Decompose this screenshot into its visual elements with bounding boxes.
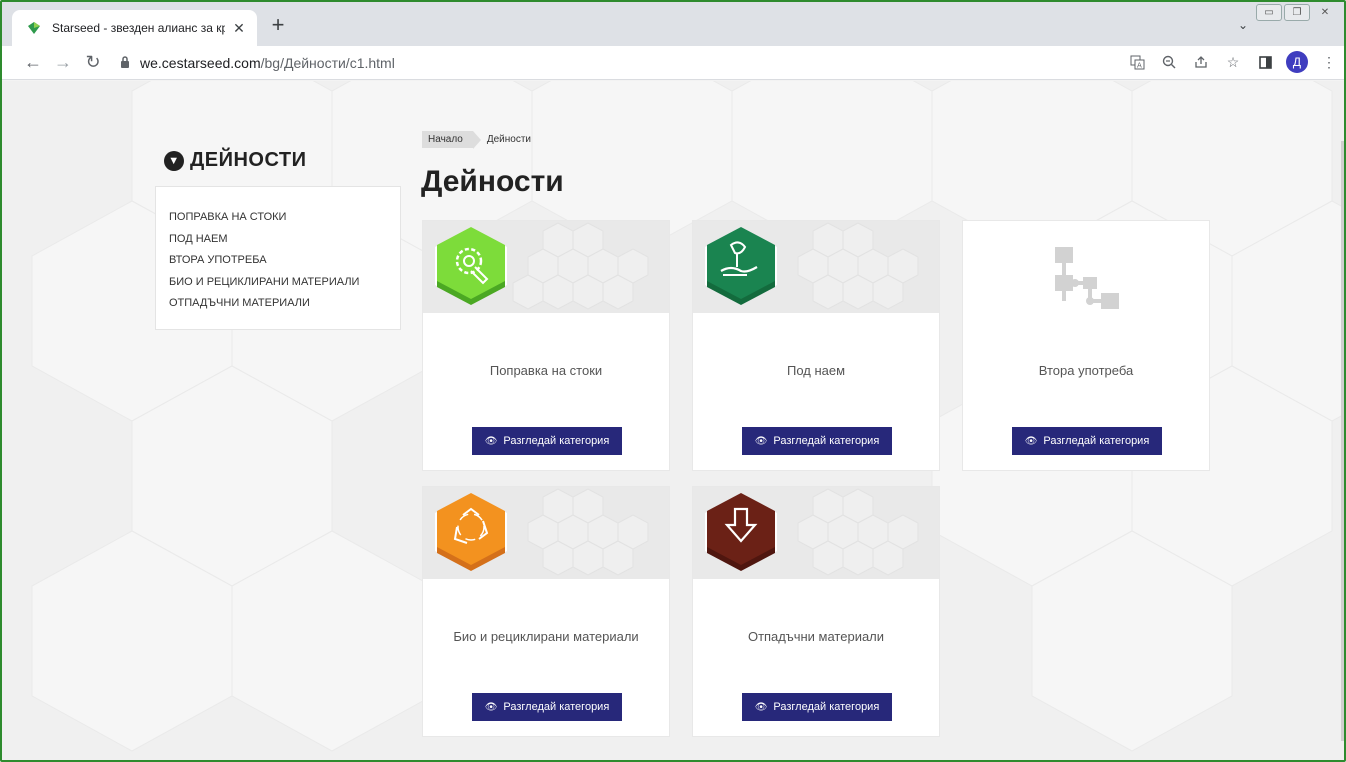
zoom-icon[interactable] — [1158, 50, 1180, 74]
rent-hand-icon — [705, 227, 777, 305]
repair-gear-icon — [435, 227, 507, 305]
view-category-button[interactable]: 👁 Разгледай категория — [1012, 427, 1162, 455]
profile-avatar[interactable]: Д — [1286, 51, 1308, 73]
card-title: Био и рециклирани материали — [453, 629, 639, 644]
download-arrow-icon — [705, 493, 777, 571]
eye-icon: 👁 — [754, 435, 768, 447]
view-category-button[interactable]: 👁 Разгледай категория — [472, 693, 622, 721]
svg-text:A: A — [1137, 61, 1142, 69]
breadcrumb-home-link[interactable]: Начало — [422, 131, 481, 149]
view-category-button[interactable]: 👁 Разгледай категория — [742, 693, 892, 721]
forward-icon[interactable]: → — [48, 48, 78, 78]
card-header — [423, 221, 669, 313]
card-header — [693, 487, 939, 579]
eye-icon: 👁 — [484, 435, 498, 447]
translate-icon[interactable]: A — [1126, 50, 1148, 74]
window-controls: ▭ ❐ ✕ — [1256, 4, 1338, 21]
sidebar-item-second-hand[interactable]: ВТОРА УПОТРЕБА — [169, 250, 387, 272]
tab-close-icon[interactable]: ✕ — [231, 20, 247, 36]
category-card-repair[interactable]: Поправка на стоки 👁 Разгледай категория — [422, 220, 670, 471]
tab-search-chevron-icon[interactable]: ⌄ — [1238, 18, 1248, 32]
button-label: Разгледай категория — [773, 701, 880, 713]
card-title: Поправка на стоки — [489, 363, 603, 378]
close-window-button[interactable]: ✕ — [1312, 4, 1338, 21]
eye-icon: 👁 — [1024, 435, 1038, 447]
eye-icon: 👁 — [754, 701, 768, 713]
url-path: /bg/Дейности/c1.html — [260, 55, 395, 71]
browser-toolbar: ← → ↻ we.cestarseed.com/bg/Дейности/c1.h… — [2, 46, 1344, 80]
browser-window: Starseed - звезден алианс за кръг ✕ + ⌄ … — [0, 0, 1346, 762]
sidebar-menu: ПОПРАВКА НА СТОКИ ПОД НАЕМ ВТОРА УПОТРЕБ… — [155, 186, 401, 330]
breadcrumb-current: Дейности — [486, 134, 532, 145]
card-title: Под наем — [786, 363, 846, 378]
sidebar-item-waste[interactable]: ОТПАДЪЧНИ МАТЕРИАЛИ — [169, 293, 387, 315]
button-label: Разгледай категория — [503, 435, 610, 447]
button-label: Разгледай категория — [773, 435, 880, 447]
back-icon[interactable]: ← — [18, 48, 48, 78]
view-category-button[interactable]: 👁 Разгледай категория — [472, 427, 622, 455]
reload-icon[interactable]: ↻ — [78, 48, 108, 78]
address-bar[interactable]: we.cestarseed.com/bg/Дейности/c1.html — [120, 50, 1120, 76]
recycle-icon — [435, 493, 507, 571]
view-category-button[interactable]: 👁 Разгледай категория — [742, 427, 892, 455]
starseed-favicon-icon — [26, 20, 42, 36]
bookmark-star-icon[interactable]: ☆ — [1222, 50, 1244, 74]
menu-kebab-icon[interactable]: ⋮ — [1318, 50, 1340, 74]
web-page: ▼ ДЕЙНОСТИ ПОПРАВКА НА СТОКИ ПОД НАЕМ ВТ… — [2, 81, 1344, 760]
eye-icon: 👁 — [484, 701, 498, 713]
page-scrollbar[interactable] — [1341, 141, 1344, 741]
card-header — [423, 487, 669, 579]
new-tab-button[interactable]: + — [268, 14, 288, 36]
button-label: Разгледай категория — [503, 701, 610, 713]
breadcrumb: Начало Дейности — [422, 131, 532, 149]
sidebar-title-text: ДЕЙНОСТИ — [190, 149, 307, 171]
sidebar-title: ▼ ДЕЙНОСТИ — [164, 149, 307, 172]
button-label: Разгледай категория — [1043, 435, 1150, 447]
sidebar-item-rent[interactable]: ПОД НАЕМ — [169, 229, 387, 251]
url-host: we.cestarseed.com — [140, 55, 261, 71]
minimize-button[interactable]: ▭ — [1256, 4, 1282, 21]
category-card-waste[interactable]: Отпадъчни материали 👁 Разгледай категория — [692, 486, 940, 737]
tab-strip: Starseed - звезден алианс за кръг ✕ + ⌄ … — [2, 2, 1344, 46]
sidebar-item-repair[interactable]: ПОПРАВКА НА СТОКИ — [169, 207, 387, 229]
browser-tab[interactable]: Starseed - звезден алианс за кръг ✕ — [12, 10, 257, 46]
page-title: Дейности — [421, 165, 564, 198]
category-card-bio-recycled[interactable]: Био и рециклирани материали 👁 Разгледай к… — [422, 486, 670, 737]
tab-title: Starseed - звезден алианс за кръг — [52, 21, 225, 35]
flowchart-icon — [1055, 247, 1119, 309]
category-card-second-hand[interactable]: Втора употреба 👁 Разгледай категория — [962, 220, 1210, 471]
lock-icon[interactable] — [120, 55, 130, 71]
restore-button[interactable]: ❐ — [1284, 4, 1310, 21]
share-icon[interactable] — [1190, 50, 1212, 74]
sidebar-item-bio-recycled[interactable]: БИО И РЕЦИКЛИРАНИ МАТЕРИАЛИ — [169, 272, 387, 294]
card-title: Втора употреба — [1038, 363, 1134, 378]
category-card-rent[interactable]: Под наем 👁 Разгледай категория — [692, 220, 940, 471]
card-header — [693, 221, 939, 313]
chevron-down-circle-icon: ▼ — [164, 150, 184, 171]
card-title: Отпадъчни материали — [747, 629, 885, 644]
side-panel-icon[interactable] — [1254, 50, 1276, 74]
